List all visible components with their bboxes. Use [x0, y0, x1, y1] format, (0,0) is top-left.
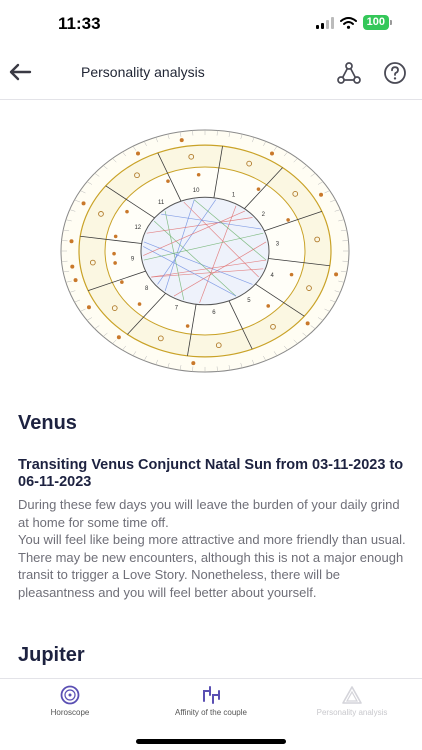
paragraph: There may be new encounters, although th… — [18, 549, 404, 600]
natal-chart-wheel: 121110123456789 — [60, 129, 350, 373]
section-title: Venus — [18, 412, 77, 434]
paragraph: You will feel like being more attractive… — [18, 532, 406, 547]
natal-planet-icon — [120, 280, 124, 284]
transit-planet-icon — [305, 321, 310, 326]
transit-planet-icon — [86, 305, 91, 310]
natal-planet-icon — [137, 302, 142, 306]
house-number: 12 — [134, 225, 141, 231]
share-icon — [337, 62, 361, 84]
battery-icon: 100 — [362, 15, 392, 30]
app-header: Personality analysis — [0, 46, 422, 100]
back-button[interactable] — [6, 58, 34, 86]
transit-planet-icon — [191, 361, 196, 366]
next-section-title: Jupiter — [18, 644, 85, 666]
share-button[interactable] — [336, 60, 362, 86]
tab-label: Horoscope — [50, 708, 90, 717]
natal-planet-icon — [289, 272, 294, 277]
tab-label: Personality analysis — [316, 708, 388, 717]
status-icons: 100 — [315, 15, 392, 30]
back-arrow-icon — [9, 63, 32, 81]
transit-planet-icon — [70, 264, 75, 269]
natal-planet-icon — [256, 187, 261, 191]
horoscope-icon — [60, 685, 80, 705]
tab-bar: Horoscope Affinity of the couple Persona… — [0, 678, 422, 722]
natal-planet-icon — [286, 218, 290, 222]
tab-personality[interactable]: Personality analysis — [282, 685, 422, 717]
signal-icon — [315, 16, 334, 29]
tab-label: Affinity of the couple — [175, 708, 247, 717]
help-button[interactable] — [382, 60, 408, 86]
transit-planet-icon — [136, 151, 140, 156]
transit-planet-icon — [69, 239, 74, 244]
natal-planet-icon — [166, 179, 170, 183]
transit-title: Transiting Venus Conjunct Natal Sun from… — [18, 457, 404, 490]
page-title: Personality analysis — [81, 64, 205, 80]
natal-planet-icon — [125, 209, 129, 214]
tab-affinity[interactable]: Affinity of the couple — [141, 685, 281, 717]
personality-icon — [342, 686, 362, 704]
house-number: 10 — [193, 188, 200, 194]
natal-chart: 12 11 10 1 2 3 4 5 6 7 8 9 — [60, 128, 350, 374]
transit-planet-icon — [334, 272, 339, 277]
help-icon — [384, 62, 406, 84]
affinity-icon — [203, 686, 220, 704]
natal-planet-icon — [196, 172, 201, 177]
content-section: Venus Transiting Venus Conjunct Natal Su… — [18, 412, 408, 601]
transit-planet-icon — [81, 201, 86, 206]
transit-planet-icon — [179, 138, 184, 143]
transit-planet-icon — [319, 192, 324, 197]
paragraph: During these few days you will leave the… — [18, 497, 400, 530]
house-number: 11 — [158, 200, 165, 206]
natal-planet-icon — [113, 261, 117, 265]
transit-planet-icon — [270, 151, 274, 156]
status-time: 11:33 — [58, 14, 101, 33]
transit-planet-icon — [116, 335, 121, 340]
natal-planet-icon — [112, 251, 116, 256]
natal-planet-icon — [113, 234, 118, 239]
home-indicator — [136, 739, 286, 744]
status-bar: 11:33 100 — [0, 0, 422, 46]
natal-planet-icon — [185, 324, 190, 328]
tab-horoscope[interactable]: Horoscope — [0, 685, 140, 717]
natal-planet-icon — [266, 304, 271, 308]
battery-level: 100 — [362, 15, 389, 30]
wifi-icon — [339, 16, 357, 29]
transit-planet-icon — [73, 278, 78, 283]
